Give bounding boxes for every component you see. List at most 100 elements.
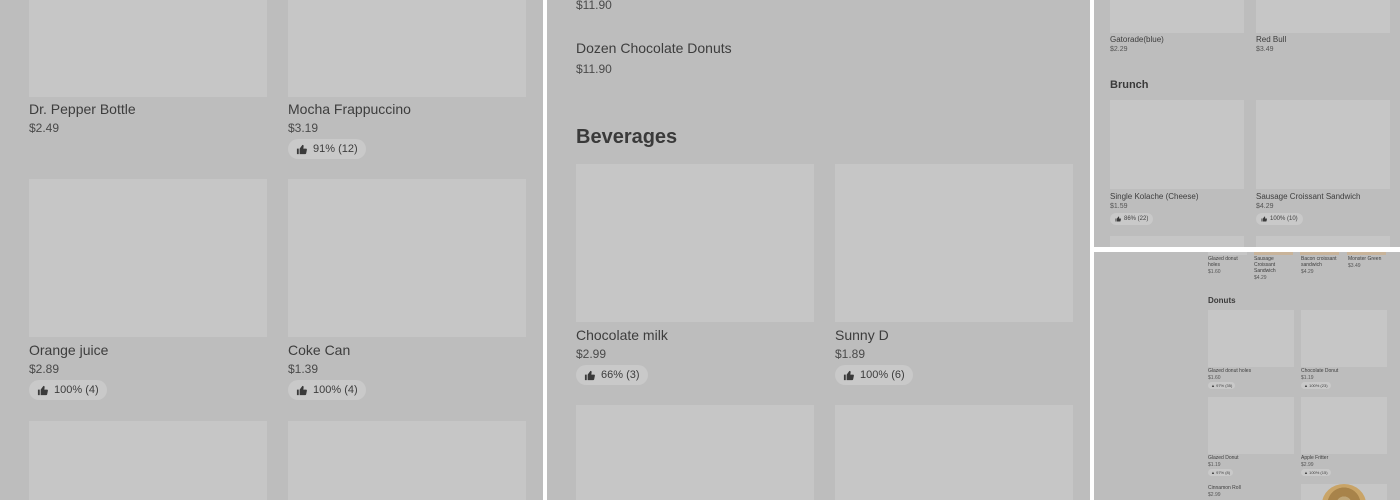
thumbs-up-icon: ▲ xyxy=(1304,383,1308,388)
item-image[interactable] xyxy=(1254,252,1293,255)
item-image[interactable] xyxy=(288,179,526,337)
rating-text: 100% (23) xyxy=(1309,383,1328,388)
item-image[interactable] xyxy=(1300,252,1339,255)
rating-text: 66% (3) xyxy=(601,369,640,381)
thumbs-up-icon: ▲ xyxy=(1304,470,1308,475)
rating-badge: 100% (4) xyxy=(29,380,107,400)
item-name[interactable]: Coke Can xyxy=(288,342,350,358)
item-name[interactable]: Sausage Croissant Sandwich xyxy=(1254,256,1284,274)
item-image[interactable] xyxy=(1208,310,1294,367)
section-title-beverages: Beverages xyxy=(576,126,678,148)
item-name[interactable]: Dr. Pepper Bottle xyxy=(29,101,136,117)
thumbs-up-icon xyxy=(296,144,307,154)
rating-text: 97% (8) xyxy=(1216,470,1231,475)
item-image[interactable] xyxy=(1110,0,1244,33)
item-price: $4.29 xyxy=(1254,275,1267,281)
menu-panel-1: Dr. Pepper Bottle $2.49 Mocha Frappuccin… xyxy=(0,0,543,500)
item-image[interactable] xyxy=(1256,0,1390,33)
rating-badge: ▲ 100% (15) xyxy=(1301,469,1331,476)
rating-badge: 86% (22) xyxy=(1110,213,1154,225)
item-image[interactable] xyxy=(576,405,814,500)
item-image[interactable] xyxy=(1208,397,1294,454)
item-name[interactable]: Apple Fritter xyxy=(1301,455,1328,461)
item-name[interactable]: Orange juice xyxy=(29,342,108,358)
rating-badge: 100% (10) xyxy=(1256,213,1303,225)
item-name[interactable]: Chocolate Donut xyxy=(1301,368,1338,374)
rating-badge: 100% (6) xyxy=(835,365,913,385)
item-image[interactable] xyxy=(288,0,526,97)
item-name[interactable]: Cinnamon Roll xyxy=(1208,485,1241,491)
item-name[interactable]: Glazed Donut xyxy=(1208,455,1239,461)
rating-text: 100% (4) xyxy=(54,384,99,396)
item-price: $1.60 xyxy=(1208,375,1221,381)
item-name[interactable]: Glazed donut holes xyxy=(1208,368,1251,374)
item-name[interactable]: Gatorade(blue) xyxy=(1110,35,1164,44)
item-image[interactable] xyxy=(29,421,267,500)
item-image[interactable] xyxy=(288,421,526,500)
item-image[interactable] xyxy=(1110,100,1244,189)
rating-text: 86% (22) xyxy=(1124,216,1149,222)
item-image[interactable] xyxy=(835,405,1073,500)
item-price: $3.49 xyxy=(1256,46,1274,53)
item-image[interactable] xyxy=(1110,236,1244,247)
item-image[interactable] xyxy=(1208,252,1247,255)
item-price: $1.19 xyxy=(1301,375,1314,381)
item-image[interactable] xyxy=(576,164,814,322)
menu-panel-2: $11.90 Dozen Chocolate Donuts $11.90 Bev… xyxy=(547,0,1090,500)
item-price: $3.19 xyxy=(288,121,319,135)
thumbs-up-icon: ▲ xyxy=(1211,470,1215,475)
item-price: $11.90 xyxy=(576,0,612,12)
item-image[interactable] xyxy=(29,0,267,97)
item-name[interactable]: Bacon croissant sandwich xyxy=(1301,256,1343,268)
item-price: $3.49 xyxy=(1348,263,1361,269)
rating-badge: ▲ 100% (23) xyxy=(1301,382,1331,389)
item-price: $2.29 xyxy=(1110,46,1128,53)
thumbs-up-icon xyxy=(1115,216,1121,222)
item-image[interactable] xyxy=(29,179,267,337)
item-image[interactable] xyxy=(1301,397,1387,454)
item-name[interactable]: Red Bull xyxy=(1256,35,1286,44)
item-price: $1.19 xyxy=(1208,462,1221,468)
rating-text: 97% (35) xyxy=(1216,383,1233,388)
thumbs-up-icon xyxy=(843,370,854,380)
rating-text: 100% (10) xyxy=(1270,216,1298,222)
rating-text: 91% (12) xyxy=(313,143,358,155)
rating-text: 100% (15) xyxy=(1309,470,1328,475)
item-name[interactable]: Sunny D xyxy=(835,327,889,343)
section-title-brunch: Brunch xyxy=(1110,79,1149,91)
section-title-donuts: Donuts xyxy=(1208,296,1236,305)
item-image[interactable] xyxy=(1256,100,1390,189)
rating-text: 100% (4) xyxy=(313,384,358,396)
rating-text: 100% (6) xyxy=(860,369,905,381)
item-price: $2.99 xyxy=(1208,492,1221,498)
thumbs-up-icon: ▲ xyxy=(1211,383,1215,388)
item-price: $1.60 xyxy=(1208,269,1221,275)
item-name[interactable]: Single Kolache (Cheese) xyxy=(1110,192,1199,201)
thumbs-up-icon xyxy=(1261,216,1267,222)
item-image[interactable] xyxy=(1347,252,1386,255)
thumbs-up-icon xyxy=(584,370,595,380)
menu-panel-4: Glazed donut holes $1.60 Sausage Croissa… xyxy=(1094,252,1400,500)
rating-badge: 100% (4) xyxy=(288,380,366,400)
item-price: $4.29 xyxy=(1301,269,1314,275)
item-name[interactable]: Glazed donut holes xyxy=(1208,256,1248,268)
thumbs-up-icon xyxy=(296,385,307,395)
rating-badge: ▲ 97% (35) xyxy=(1208,382,1236,389)
thumbs-up-icon xyxy=(37,385,48,395)
item-image[interactable] xyxy=(1301,310,1387,367)
item-name[interactable]: Sausage Croissant Sandwich xyxy=(1256,192,1361,201)
item-image[interactable] xyxy=(835,164,1073,322)
item-price: $1.89 xyxy=(835,347,866,361)
item-name[interactable]: Dozen Chocolate Donuts xyxy=(576,40,732,56)
menu-panel-3: Gatorade(blue) $2.29 Red Bull $3.49 Brun… xyxy=(1094,0,1400,247)
item-name[interactable]: Monster Green xyxy=(1348,256,1388,262)
item-price: $4.29 xyxy=(1256,203,1274,210)
rating-badge: 91% (12) xyxy=(288,139,366,159)
item-price: $11.90 xyxy=(576,62,612,76)
rating-badge: 66% (3) xyxy=(576,365,648,385)
item-name[interactable]: Chocolate milk xyxy=(576,327,668,343)
item-name[interactable]: Mocha Frappuccino xyxy=(288,101,411,117)
item-price: $2.49 xyxy=(29,121,60,135)
item-price: $2.99 xyxy=(576,347,607,361)
item-image[interactable] xyxy=(1256,236,1390,247)
